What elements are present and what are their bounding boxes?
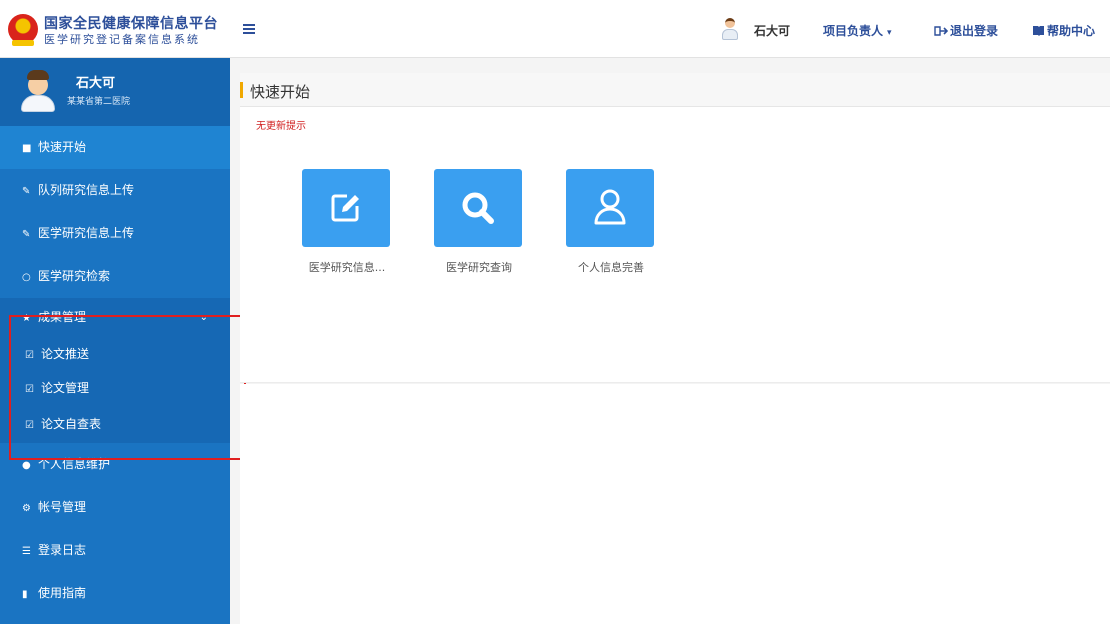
sidebar-item-label: 队列研究信息上传 (38, 183, 135, 197)
check-square-icon: ☑ (25, 384, 34, 395)
profile-org: 某某省第二医院 (67, 97, 131, 107)
search-icon (462, 192, 494, 224)
sidebar-item-medical-upload[interactable]: ✎ 医学研究信息上传 (0, 212, 230, 255)
sidebar-profile: 石大可 某某省第二医院 (0, 58, 230, 126)
tile-box (566, 169, 654, 247)
sidebar-item-guide[interactable]: ▮ 使用指南 (0, 572, 230, 615)
tile-label: 个人信息完善 (578, 261, 644, 274)
sidebar-subitem-label: 论文推送 (41, 347, 90, 361)
sidebar-item-achievements[interactable]: ★ 成果管理 ⌄ (0, 298, 230, 337)
sidebar-subitem-label: 论文管理 (41, 381, 90, 395)
book-icon: ▮ (22, 589, 28, 600)
update-notice: 无更新提示 (256, 121, 306, 132)
caret-down-icon: ▾ (887, 28, 892, 38)
sidebar-subitem-paper-manage[interactable]: ☑ 论文管理 (0, 371, 230, 405)
role-dropdown-label: 项目负责人 (823, 24, 884, 38)
sidebar-item-medical-search[interactable]: ○ 医学研究检索 (0, 255, 230, 298)
sidebar-item-label: 帐号管理 (38, 500, 87, 514)
sidebar-subitem-label: 论文自查表 (41, 417, 102, 431)
sidebar-item-label: 使用指南 (38, 586, 87, 600)
check-square-icon: ☑ (25, 420, 34, 431)
menu-toggle-icon[interactable] (243, 24, 255, 34)
sidebar-item-label: 个人信息维护 (38, 457, 111, 471)
top-header: 国家全民健康保障信息平台 医学研究登记备案信息系统 石大可 项目负责人 ▾ 退出登… (0, 0, 1110, 58)
brand-title: 国家全民健康保障信息平台 (44, 16, 218, 32)
tile-box (434, 169, 522, 247)
sidebar-item-label: 医学研究信息上传 (38, 226, 135, 240)
sidebar-item-label: 快速开始 (38, 140, 87, 154)
home-icon: ■ (22, 143, 32, 154)
tile-label: 医学研究信息... (308, 261, 386, 274)
check-square-icon: ☑ (25, 350, 34, 361)
help-center-label: 帮助中心 (1047, 24, 1096, 38)
pencil-icon: ✎ (22, 229, 31, 240)
sidebar-item-login-log[interactable]: ☰ 登录日志 (0, 529, 230, 572)
user-outline-icon (594, 189, 626, 225)
sidebar: 石大可 某某省第二医院 ■ 快速开始 ✎ 队列研究信息上传 ✎ 医学研究信息上传 ○ 医… (0, 58, 230, 624)
logout-link[interactable]: 退出登录 (934, 24, 998, 38)
panel-header: 快速开始 (240, 73, 1110, 107)
doctor-avatar-icon (20, 70, 56, 112)
quick-start-panel: 无更新提示 医学研究信息... 医学研究查询 个人信息完善 (240, 107, 1110, 383)
sidebar-item-account[interactable]: ⚙ 帐号管理 (0, 486, 230, 529)
edit-icon (331, 194, 359, 222)
sidebar-item-personal-info[interactable]: ● 个人信息维护 (0, 443, 230, 486)
pencil-icon: ✎ (22, 186, 31, 197)
tile-personal-info[interactable]: 个人信息完善 (566, 169, 656, 287)
chevron-down-icon: ⌄ (199, 312, 208, 323)
role-dropdown[interactable]: 项目负责人 ▾ (823, 24, 892, 40)
header-user-name: 石大可 (754, 24, 791, 38)
sidebar-item-cohort-upload[interactable]: ✎ 队列研究信息上传 (0, 169, 230, 212)
tile-box (302, 169, 390, 247)
user-icon: ● (22, 460, 31, 471)
tile-research-info[interactable]: 医学研究信息... (302, 169, 392, 287)
page-title: 快速开始 (250, 83, 311, 101)
sidebar-subitem-paper-checklist[interactable]: ☑ 论文自查表 (0, 405, 230, 443)
sidebar-item-label: 医学研究检索 (38, 269, 111, 283)
gears-icon: ⚙ (22, 503, 31, 514)
tile-research-query[interactable]: 医学研究查询 (434, 169, 524, 287)
logout-icon (934, 26, 949, 36)
profile-name: 石大可 (76, 76, 116, 91)
brand-subtitle: 医学研究登记备案信息系统 (44, 33, 200, 46)
sidebar-subitem-paper-push[interactable]: ☑ 论文推送 (0, 337, 230, 371)
user-avatar (722, 18, 738, 40)
sidebar-item-label: 登录日志 (38, 543, 87, 557)
list-icon: ☰ (22, 546, 31, 557)
logout-label: 退出登录 (950, 24, 999, 38)
sidebar-item-label: 成果管理 (38, 310, 87, 324)
sidebar-nav: ■ 快速开始 ✎ 队列研究信息上传 ✎ 医学研究信息上传 ○ 医学研究检索 ★ 成果管理 … (0, 126, 230, 615)
content-area (240, 384, 1110, 624)
book-icon (1033, 26, 1044, 36)
circle-icon: ○ (22, 272, 31, 283)
help-center-link[interactable]: 帮助中心 (1032, 24, 1095, 38)
title-accent-bar (240, 82, 243, 98)
sidebar-item-quick-start[interactable]: ■ 快速开始 (0, 126, 230, 169)
star-icon: ★ (22, 313, 31, 324)
tile-label: 医学研究查询 (446, 261, 512, 274)
national-emblem-icon (8, 14, 38, 46)
